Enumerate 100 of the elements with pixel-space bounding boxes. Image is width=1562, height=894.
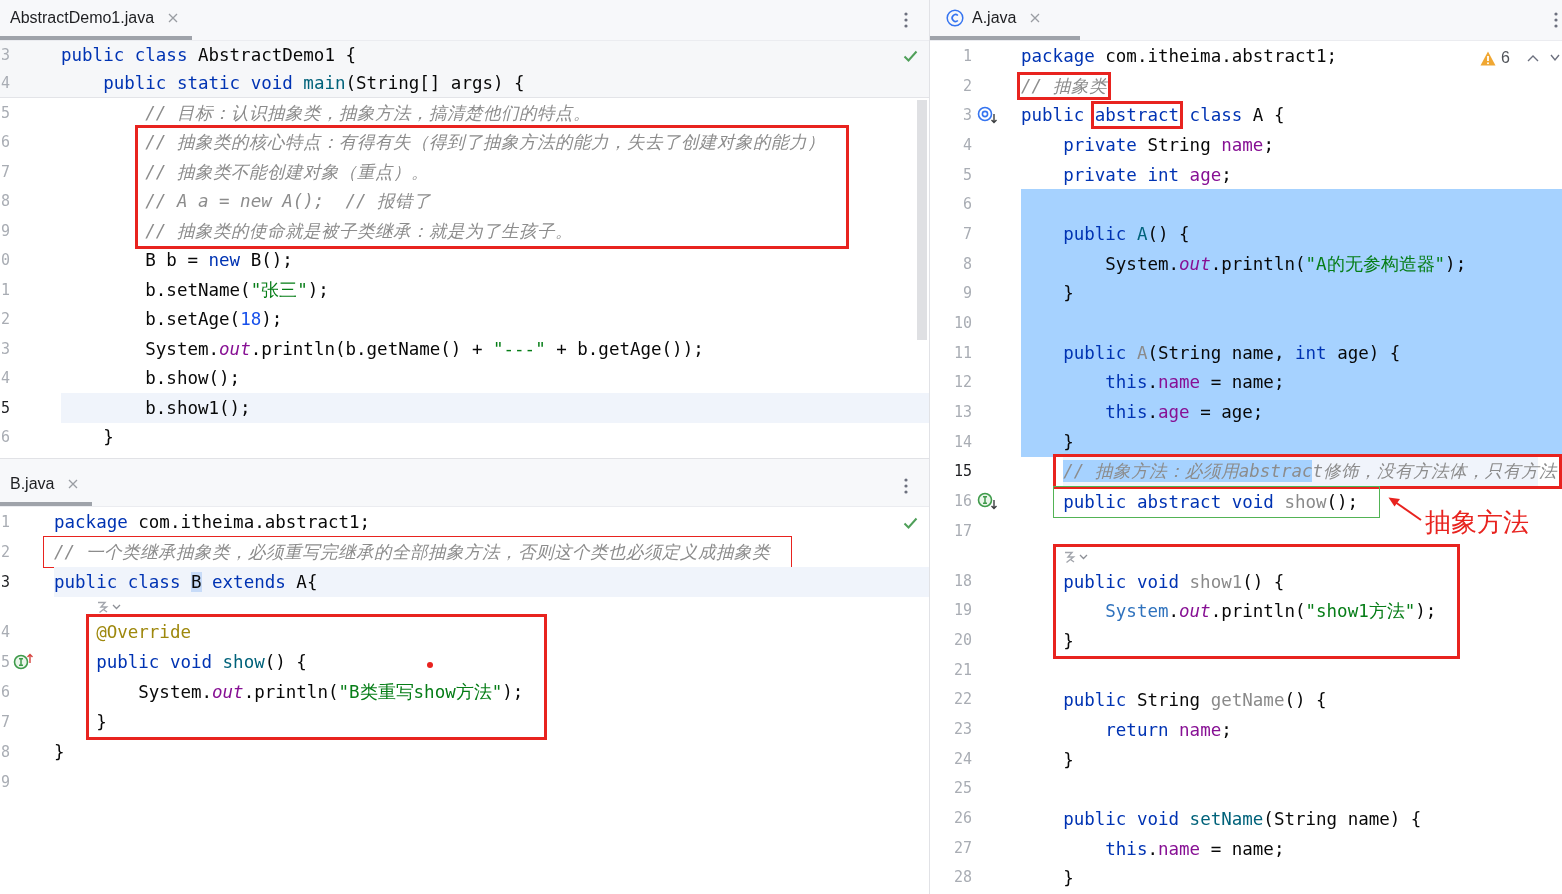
line-number: 0 bbox=[1, 251, 11, 270]
code-comment: t修饰，没有方法体，只有方法 bbox=[1312, 460, 1558, 483]
close-icon[interactable] bbox=[68, 479, 79, 489]
code-text: } bbox=[96, 711, 107, 733]
ring-down-arrow-icon[interactable] bbox=[977, 106, 999, 125]
more-menu-icon[interactable] bbox=[904, 12, 908, 28]
warning-icon[interactable] bbox=[1480, 50, 1497, 66]
code-comment: // 抽象类 bbox=[1021, 75, 1107, 96]
line-number: 9 bbox=[962, 284, 972, 303]
line-number: 13 bbox=[953, 403, 972, 422]
code-text: private int age; bbox=[1063, 163, 1232, 186]
line-number: 4 bbox=[1, 623, 11, 641]
line-number: 7 bbox=[962, 224, 972, 243]
line-number: 22 bbox=[953, 690, 972, 709]
code-text: this.name = name; bbox=[1105, 837, 1285, 860]
line-number: 3 bbox=[1, 573, 11, 591]
code-text: b.setAge(18); bbox=[145, 308, 283, 331]
code-text: this.age = age; bbox=[1105, 401, 1264, 424]
line-number: 4 bbox=[962, 135, 972, 154]
line-number: 8 bbox=[962, 254, 972, 273]
line-number: 26 bbox=[953, 809, 972, 828]
line-number: 17 bbox=[953, 521, 972, 540]
code-text: package com.itheima.abstract1; bbox=[54, 511, 371, 533]
line-number: 5 bbox=[1, 103, 11, 122]
callout-label: 抽象方法 bbox=[1425, 507, 1529, 537]
circle-up-arrow-icon[interactable] bbox=[13, 653, 35, 671]
code-text: } bbox=[103, 426, 114, 449]
more-menu-icon[interactable] bbox=[1554, 12, 1558, 28]
code-text: public A(String name, int age) { bbox=[1063, 341, 1401, 364]
code-text: public A() { bbox=[1063, 222, 1190, 245]
line-number: 11 bbox=[953, 343, 972, 362]
code-text: package com.itheima.abstract1; bbox=[1021, 44, 1338, 67]
close-icon[interactable] bbox=[1030, 13, 1041, 23]
line-number: 4 bbox=[1, 74, 11, 92]
code-text: return name; bbox=[1105, 718, 1232, 741]
line-number: 14 bbox=[953, 432, 972, 451]
code-comment: // 一个类继承抽象类，必须重写完继承的全部抽象方法，否则这个类也必须定义成抽象类 bbox=[54, 541, 770, 563]
line-number: 9 bbox=[1, 773, 11, 791]
line-number: 3 bbox=[962, 106, 972, 125]
code-text: System.out.println("show1方法"); bbox=[1105, 600, 1437, 623]
line-number: 18 bbox=[953, 571, 972, 590]
code-comment: // 目标：认识抽象类，抽象方法，搞清楚他们的特点。 bbox=[145, 101, 591, 124]
code-text: this.name = name; bbox=[1105, 371, 1285, 394]
code-comment: // 抽象类的使命就是被子类继承：就是为了生孩子。 bbox=[145, 219, 573, 242]
code-text: public class B extends A{ bbox=[54, 571, 318, 593]
code-text: public void show() { bbox=[96, 651, 307, 673]
line-number: 21 bbox=[953, 660, 972, 679]
code-text: public void setName(String name) { bbox=[1063, 808, 1422, 831]
chevron-up-icon[interactable] bbox=[1527, 54, 1539, 62]
code-text: } bbox=[54, 741, 65, 763]
more-menu-icon[interactable] bbox=[904, 478, 908, 494]
circle-down-arrow-icon[interactable] bbox=[977, 492, 999, 511]
code-text: } bbox=[1063, 629, 1074, 652]
check-icon[interactable] bbox=[903, 50, 918, 62]
code-text: public bbox=[1021, 104, 1085, 127]
check-icon[interactable] bbox=[903, 517, 918, 529]
code-text: } bbox=[1063, 867, 1074, 890]
line-number: 7 bbox=[1, 162, 11, 181]
code-text: public class AbstractDemo1 { bbox=[61, 44, 356, 66]
chevron-down-icon[interactable] bbox=[1550, 54, 1560, 62]
line-number: 25 bbox=[953, 779, 972, 798]
code-text: } bbox=[1063, 282, 1074, 305]
line-number: 23 bbox=[953, 719, 972, 738]
line-number: 12 bbox=[953, 373, 972, 392]
code-comment: // A a = new A(); // 报错了 bbox=[145, 190, 432, 213]
close-icon[interactable] bbox=[168, 13, 179, 23]
code-text: System.out.println("A的无参构造器"); bbox=[1105, 252, 1467, 275]
line-number: 4 bbox=[1, 369, 11, 388]
line-number: 15 bbox=[953, 462, 972, 481]
code-text: abstract bbox=[1094, 105, 1180, 126]
line-number: 1 bbox=[1, 513, 11, 531]
code-text: @Override bbox=[96, 621, 191, 643]
line-number: 6 bbox=[1, 683, 11, 701]
code-text: b.show(); bbox=[145, 367, 241, 390]
code-text: public void show1() { bbox=[1063, 570, 1285, 593]
editor-tab[interactable]: B.java bbox=[0, 466, 93, 506]
dot-icon bbox=[427, 662, 433, 668]
code-text: b.show1(); bbox=[145, 396, 251, 419]
line-number: 3 bbox=[1, 46, 11, 64]
line-number: 5 bbox=[1, 653, 11, 671]
line-number: 20 bbox=[953, 630, 972, 649]
code-text: System.out.println(b.getName() + "---" + b.getAge()); bbox=[145, 337, 704, 360]
code-text: B b = new B(); bbox=[145, 249, 293, 272]
line-number: 7 bbox=[1, 713, 11, 731]
line-number: 2 bbox=[1, 543, 11, 561]
code-text: public abstract void show(); bbox=[1063, 491, 1359, 514]
callout-arrow bbox=[1388, 497, 1422, 521]
scrollbar-thumb[interactable] bbox=[917, 100, 927, 340]
line-number: 2 bbox=[1, 310, 11, 329]
line-number: 6 bbox=[1, 428, 11, 447]
warning-count: 6 bbox=[1501, 49, 1510, 67]
code-text: public static void main(String[] args) { bbox=[103, 72, 525, 94]
line-number: 28 bbox=[953, 868, 972, 887]
code-text: class A { bbox=[1189, 104, 1285, 127]
line-number: 8 bbox=[1, 743, 11, 761]
line-number: 19 bbox=[953, 601, 972, 620]
line-number: 16 bbox=[953, 492, 972, 511]
selected-text: // 抽象方法：必须用abstrac bbox=[1063, 460, 1313, 483]
line-number: 8 bbox=[1, 192, 11, 211]
code-text: public String getName() { bbox=[1063, 689, 1327, 712]
